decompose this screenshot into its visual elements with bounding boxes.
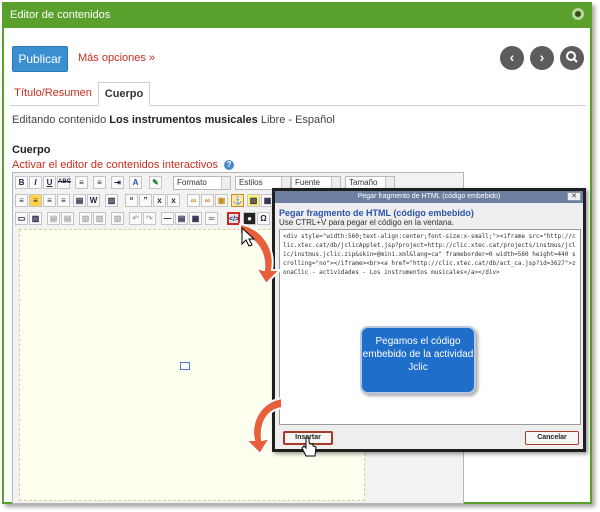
cursor-arrow-icon (241, 226, 256, 247)
clear-format-icon[interactable]: ▥ (105, 194, 118, 207)
format-select[interactable]: Formato (173, 176, 231, 190)
content-tabs: Título/Resumen Cuerpo (10, 82, 586, 106)
paste-text-icon[interactable]: ▤ (73, 194, 86, 207)
redo-icon[interactable]: ↷ (143, 212, 156, 225)
hand-cursor-icon (301, 437, 317, 457)
bullet-list-icon[interactable]: ≡ (75, 176, 88, 189)
align-right-icon[interactable]: ≡ (43, 194, 56, 207)
subscript-icon[interactable]: x (153, 194, 166, 207)
flash-icon[interactable]: ▧ (247, 194, 260, 207)
bold-button[interactable]: B (15, 176, 28, 189)
merge-cells-icon[interactable]: ▥ (93, 212, 106, 225)
dialog-header: Pegar fragmento de HTML (código embebido… (275, 191, 583, 203)
format-select-label: Formato (177, 178, 207, 187)
editing-prefix: Editando contenido (12, 114, 107, 126)
justify-icon[interactable]: ≡ (57, 194, 70, 207)
dialog-title: Pegar fragmento de HTML (código embebido… (279, 208, 474, 218)
unlink-icon[interactable]: ∞ (201, 194, 214, 207)
chevron-right-icon[interactable]: › (530, 46, 554, 70)
anchor-icon[interactable]: ⚓ (231, 194, 244, 207)
content-name: Los instrumentos musicales (109, 114, 258, 126)
size-select-label: Tamaño (349, 178, 378, 187)
link-icon[interactable]: ∞ (187, 194, 200, 207)
dialog-hint: Use CTRL+V para pegar el código en la ve… (279, 218, 454, 227)
help-icon[interactable]: ? (224, 160, 235, 171)
indent-icon[interactable]: ⇥ (111, 176, 124, 189)
template-icon[interactable]: ▨ (29, 212, 42, 225)
tab-titulo-resumen[interactable]: Título/Resumen (14, 82, 92, 106)
activate-editor-label[interactable]: Activar el editor de contenidos interact… (12, 159, 218, 171)
table-row-icon[interactable]: ▤ (61, 212, 74, 225)
content-license-language: Libre - Español (260, 114, 335, 126)
preview-icon[interactable]: ▭ (15, 212, 28, 225)
numbered-list-icon[interactable]: ≡ (93, 176, 106, 189)
underline-button[interactable]: U (43, 176, 56, 189)
superscript-icon[interactable]: x (167, 194, 180, 207)
quote-icon[interactable]: ” (139, 194, 152, 207)
text-color-icon[interactable]: A (129, 176, 142, 189)
split-cells-icon[interactable]: ▥ (111, 212, 124, 225)
align-left-icon[interactable]: ≡ (15, 194, 28, 207)
font-select-label: Fuente (295, 178, 320, 187)
window-titlebar: Editor de contenidos (4, 4, 590, 28)
tab-cuerpo[interactable]: Cuerpo (98, 82, 150, 106)
visual-aid-icon[interactable]: ▦ (189, 212, 202, 225)
editor-window: Editor de contenidos Publicar Más opcion… (2, 2, 592, 504)
table-icon[interactable]: ▤ (47, 212, 60, 225)
paste-html-dialog: Pegar fragmento de HTML (código embebido… (272, 188, 586, 452)
cancel-button[interactable]: Cancelar (525, 431, 579, 445)
hr-icon[interactable]: — (161, 212, 174, 225)
more-options-link[interactable]: Más opciones » (78, 52, 155, 64)
gear-icon[interactable] (572, 8, 584, 20)
code-icon[interactable]: ═ (205, 212, 218, 225)
strikethrough-button[interactable]: ABC (57, 176, 71, 189)
curved-arrow-icon (243, 396, 283, 456)
blockquote-icon[interactable]: “ (125, 194, 138, 207)
editing-info: Editando contenido Los instrumentos musi… (12, 114, 335, 126)
image-icon[interactable]: ▣ (215, 194, 228, 207)
window-title: Editor de contenidos (10, 9, 111, 21)
publish-button[interactable]: Publicar (12, 46, 68, 72)
close-icon[interactable]: ✕ (567, 192, 581, 201)
styles-select-label: Estilos (239, 178, 263, 187)
table-col-icon[interactable]: ▥ (79, 212, 92, 225)
search-icon-glyph (566, 51, 578, 63)
chevron-down-icon (221, 177, 230, 189)
remove-format-icon[interactable]: ▤ (175, 212, 188, 225)
callout-bubble: Pegamos el código embebido de la activid… (360, 326, 476, 394)
italic-button[interactable]: I (29, 176, 42, 189)
search-icon[interactable] (560, 46, 584, 70)
undo-icon[interactable]: ↶ (129, 212, 142, 225)
activate-editor-link[interactable]: Activar el editor de contenidos interact… (12, 159, 235, 171)
paste-word-icon[interactable]: W (87, 194, 100, 207)
chevron-left-icon[interactable]: ‹ (500, 46, 524, 70)
align-center-icon[interactable]: ≡ (29, 194, 42, 207)
dialog-header-title: Pegar fragmento de HTML (código embebido… (357, 193, 501, 200)
highlight-color-icon[interactable]: ✎ (149, 176, 162, 189)
placeholder-object-icon (180, 362, 190, 370)
section-title: Cuerpo (12, 144, 51, 156)
